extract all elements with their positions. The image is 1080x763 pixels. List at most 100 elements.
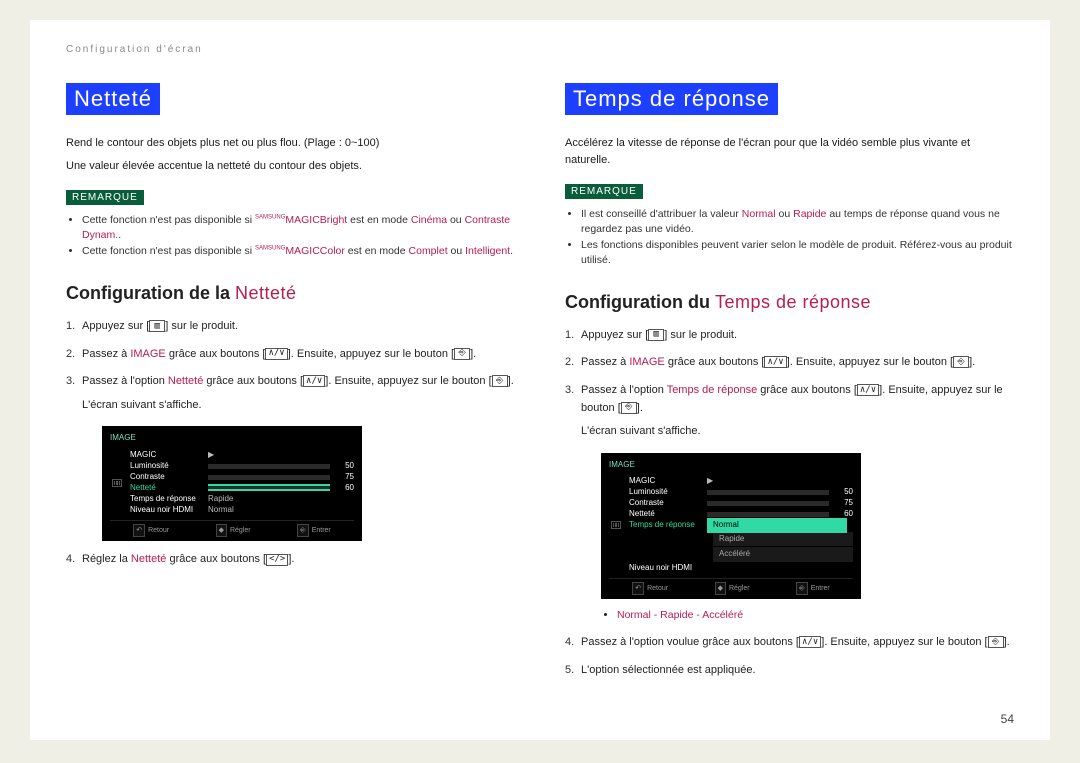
option-label: Netteté	[168, 375, 203, 387]
text: Réglez la	[82, 553, 131, 565]
text: .	[118, 229, 121, 241]
breadcrumb: Configuration d'écran	[66, 44, 1014, 55]
text: Cette fonction n'est pas disponible si	[82, 245, 255, 257]
heading-temps-de-reponse: Temps de réponse	[565, 83, 778, 115]
step: Appuyez sur [▥] sur le produit.	[565, 327, 1014, 345]
value: Normal	[742, 208, 776, 220]
osd-row-magic: MAGIC▶	[629, 477, 853, 487]
updown-icon: ∧/∨	[799, 636, 821, 648]
remark-label: REMARQUE	[66, 190, 144, 205]
text: grâce aux boutons	[203, 375, 300, 387]
step: Passez à l'option voulue grâce aux bouto…	[565, 634, 1014, 652]
osd-row-nnh: Niveau noir HDMINormal	[130, 505, 354, 515]
text: grâce aux boutons	[166, 553, 263, 565]
text: .	[972, 356, 975, 368]
text: grâce aux boutons	[166, 348, 263, 360]
text: Passez à	[82, 348, 130, 360]
mode: Complet	[409, 245, 448, 257]
text: . Ensuite, appuyez sur le bouton	[291, 348, 451, 360]
text: .	[291, 553, 294, 565]
osd-sidebar-icon	[110, 449, 124, 516]
section-heading-bold: Configuration du	[565, 292, 715, 312]
osd-btn-back: ↶Retour	[133, 524, 169, 537]
updown-icon: ∧/∨	[857, 384, 879, 396]
option-bullets: Normal - Rapide - Accéléré	[597, 607, 1014, 624]
osd-footer: ↶Retour ◆Régler ⎆Entrer	[609, 578, 853, 595]
step: Passez à l'option Netteté grâce aux bout…	[66, 373, 515, 541]
osd-btn-adjust: ◆Régler	[216, 524, 251, 537]
osd-option-selected: Normal	[707, 518, 847, 533]
text: .	[511, 375, 514, 387]
heading-nettete: Netteté	[66, 83, 160, 115]
enter-icon: ⎆	[492, 375, 508, 387]
note-item: Il est conseillé d'attribuer la valeur N…	[581, 207, 1014, 236]
section-heading: Configuration du Temps de réponse	[565, 292, 1014, 313]
brand-sup: SAMSUNG	[255, 215, 285, 221]
remark-notes: Il est conseillé d'attribuer la valeur N…	[565, 207, 1014, 268]
brand-sup: SAMSUNG	[255, 246, 285, 252]
image-label: IMAGE	[130, 348, 165, 360]
page-number: 54	[1001, 712, 1014, 726]
document-page: Configuration d'écran Netteté Rend le co…	[30, 20, 1050, 740]
text: . Ensuite, appuyez sur le bouton	[824, 636, 984, 648]
osd-screenshot: IMAGE MAGIC▶ Luminosité50 Contraste75 Ne…	[601, 453, 1014, 600]
enter-icon: ⎆	[454, 348, 470, 360]
step: Passez à IMAGE grâce aux boutons [∧/∨]. …	[565, 354, 1014, 372]
osd-screenshot: IMAGE MAGIC▶ Luminosité50 Contraste75 Ne…	[102, 426, 515, 541]
steps-list: Appuyez sur [▥] sur le produit. Passez à…	[565, 327, 1014, 680]
text: .	[510, 245, 513, 257]
text: grâce aux boutons	[665, 356, 762, 368]
enter-icon: ⎆	[988, 636, 1004, 648]
text: . Ensuite, appuyez sur le bouton	[790, 356, 950, 368]
intro-text: Une valeur élevée accentue la netteté du…	[66, 158, 515, 175]
osd-header: IMAGE	[609, 459, 853, 472]
section-heading: Configuration de la Netteté	[66, 283, 515, 304]
osd-row-luminosite: Luminosité50	[629, 488, 853, 498]
osd-arrow-icon: ▶	[707, 475, 853, 488]
osd-options: Rapide Accéléré	[713, 532, 853, 563]
osd-sidebar-icon	[609, 476, 623, 575]
note-item: Cette fonction n'est pas disponible si S…	[82, 213, 515, 242]
osd-row-contraste: Contraste75	[130, 472, 354, 482]
osd-row-nnh: Niveau noir HDMI	[629, 563, 853, 573]
osd-panel: IMAGE MAGIC▶ Luminosité50 Contraste75 Ne…	[601, 453, 861, 600]
osd-label: Niveau noir HDMI	[130, 504, 208, 517]
leftright-icon: </>	[266, 554, 288, 566]
osd-row-nettete-selected: Netteté60	[130, 483, 354, 493]
text: Il est conseillé d'attribuer la valeur	[581, 208, 742, 220]
menu-icon: ▥	[149, 320, 165, 332]
image-label: IMAGE	[629, 356, 664, 368]
steps-list: Appuyez sur [▥] sur le produit. Passez à…	[66, 318, 515, 569]
text: est en mode	[347, 214, 411, 226]
osd-arrow-icon: ▶	[208, 449, 354, 462]
text: .	[640, 402, 643, 414]
mode: Intelligent	[465, 245, 510, 257]
osd-btn-enter: ⎆Entrer	[297, 524, 331, 537]
step: Passez à IMAGE grâce aux boutons [∧/∨]. …	[66, 346, 515, 364]
step-after-text: L'écran suivant s'affiche.	[581, 423, 1014, 441]
section-heading-accent: Netteté	[235, 283, 297, 303]
remark-notes: Cette fonction n'est pas disponible si S…	[66, 213, 515, 259]
brand: MAGICBright	[285, 214, 347, 226]
osd-btn-adjust: ◆Régler	[715, 582, 750, 595]
right-column: Temps de réponse Accélérez la vitesse de…	[565, 83, 1014, 689]
osd-btn-back: ↶Retour	[632, 582, 668, 595]
options-line: Normal - Rapide - Accéléré	[617, 607, 1014, 624]
osd-row-luminosite: Luminosité50	[130, 461, 354, 471]
step-after-text: L'écran suivant s'affiche.	[82, 397, 515, 415]
left-column: Netteté Rend le contour des objets plus …	[66, 83, 515, 689]
text: Appuyez sur	[581, 329, 645, 341]
text: ou	[776, 208, 794, 220]
text: .	[1007, 636, 1010, 648]
text: Cette fonction n'est pas disponible si	[82, 214, 255, 226]
section-heading-accent: Temps de réponse	[715, 292, 871, 312]
updown-icon: ∧/∨	[303, 375, 325, 387]
osd-option: Accéléré	[713, 547, 853, 562]
osd-row-tdr-selected: Temps de réponse Normal	[629, 521, 853, 531]
two-column-layout: Netteté Rend le contour des objets plus …	[66, 83, 1014, 689]
osd-btn-enter: ⎆Entrer	[796, 582, 830, 595]
osd-footer: ↶Retour ◆Régler ⎆Entrer	[110, 520, 354, 537]
remark-label: REMARQUE	[565, 184, 643, 199]
text: Appuyez sur	[82, 320, 146, 332]
text: sur le produit.	[667, 329, 737, 341]
